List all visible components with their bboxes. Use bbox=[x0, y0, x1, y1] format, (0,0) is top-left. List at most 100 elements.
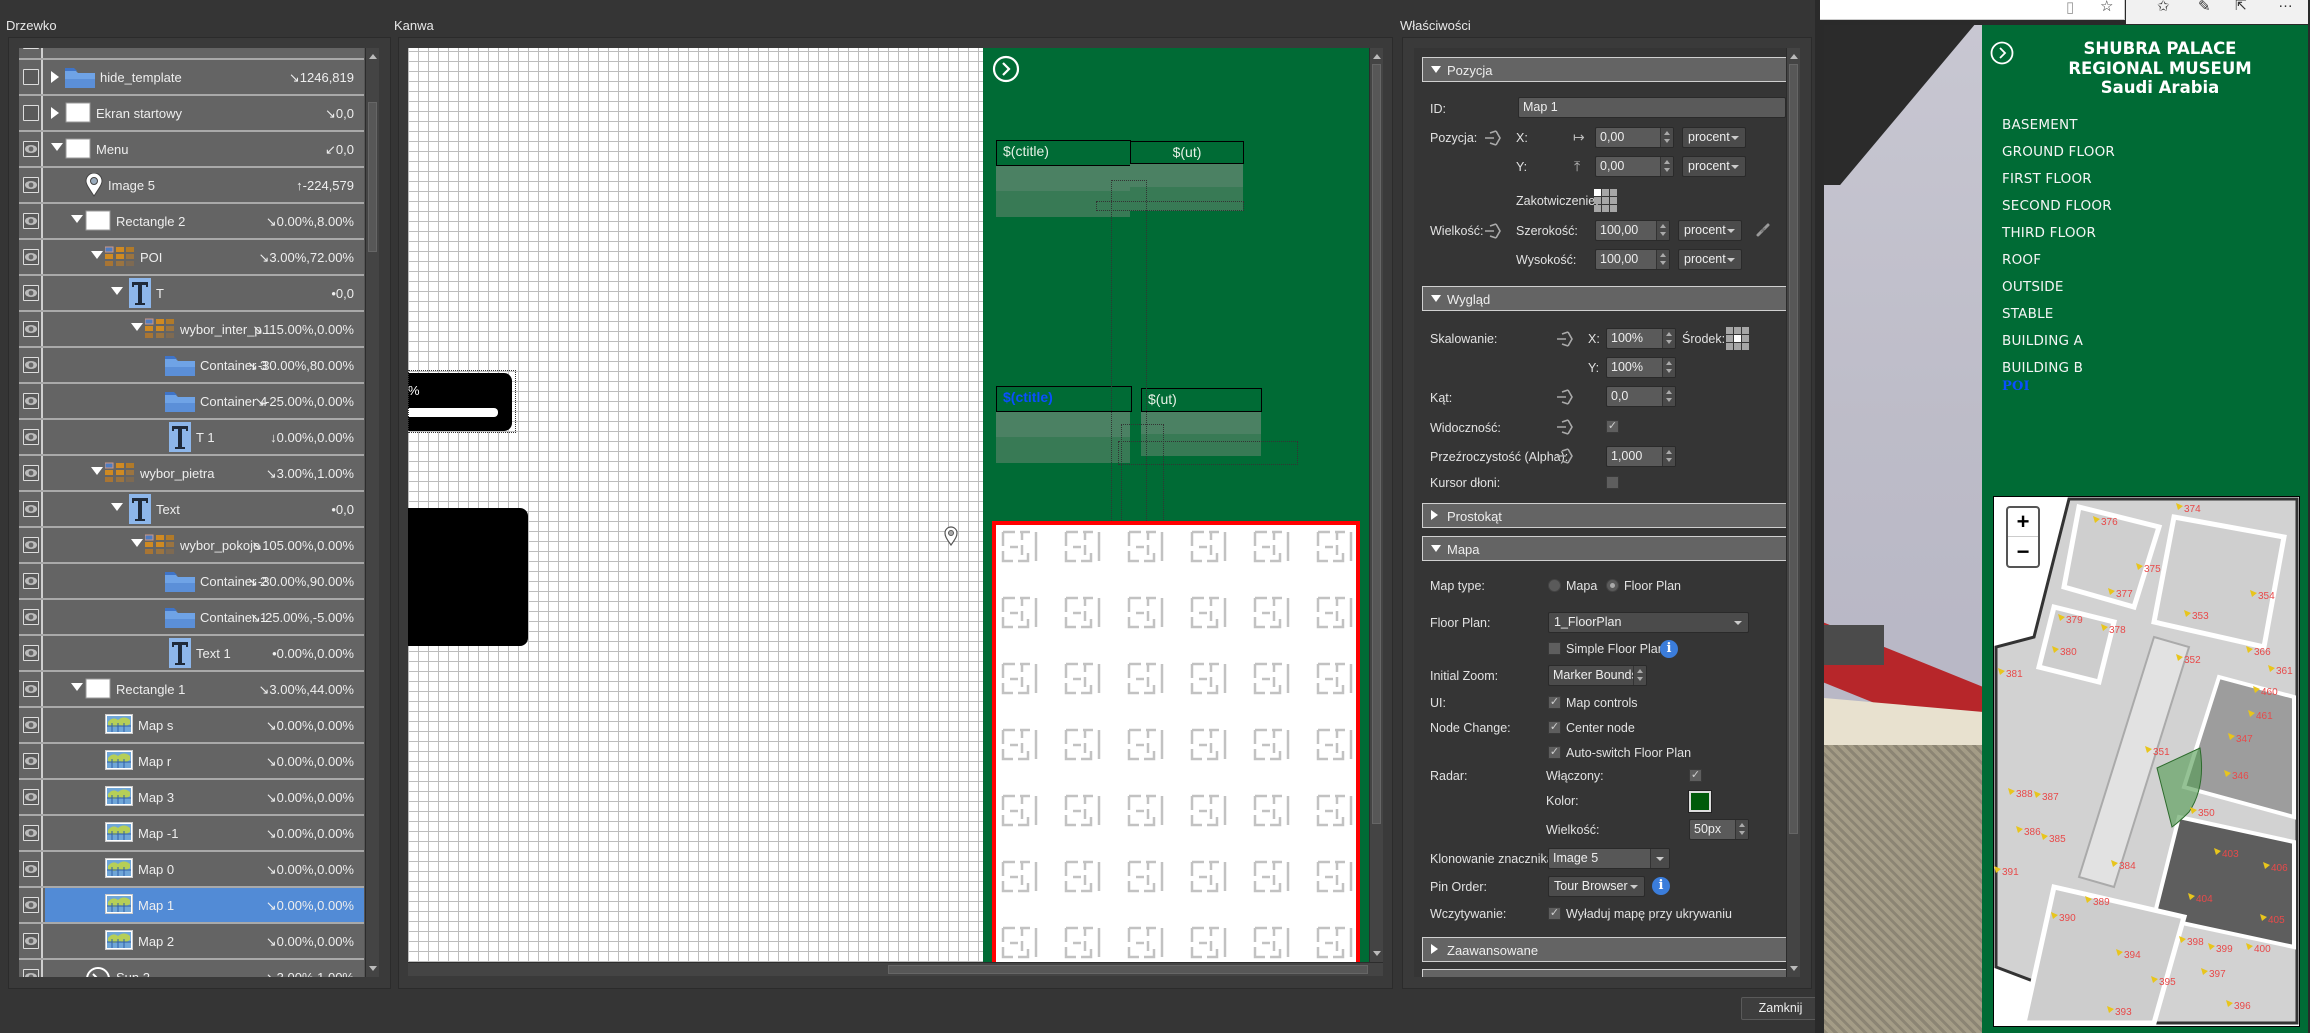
link-animation-icon[interactable] bbox=[1556, 389, 1574, 405]
properties-scrollbar[interactable] bbox=[1786, 48, 1800, 977]
collapse-arrow-icon[interactable] bbox=[131, 539, 143, 547]
radar-enabled-checkbox[interactable]: ✓ bbox=[1689, 769, 1702, 782]
x-unit-select[interactable]: procent bbox=[1682, 127, 1746, 148]
map-type-floorplan-label[interactable]: Floor Plan bbox=[1624, 579, 1681, 593]
marker-label[interactable]: 389 bbox=[2093, 897, 2110, 908]
tree-row-main[interactable]: Map s ↘0.00%,0.00% bbox=[45, 708, 364, 742]
tree-row[interactable]: Rectangle 2 ↘0.00%,8.00% bbox=[19, 204, 364, 240]
canvas-vscroll-thumb[interactable] bbox=[1372, 64, 1381, 824]
link-animation-icon[interactable] bbox=[1556, 448, 1574, 464]
marker-label[interactable]: 379 bbox=[2066, 615, 2083, 626]
marker-label[interactable]: 350 bbox=[2198, 808, 2215, 819]
eye-icon[interactable] bbox=[23, 249, 39, 265]
share-icon[interactable]: ⇱ bbox=[2235, 0, 2247, 14]
floor-menu-item[interactable]: ROOF bbox=[2002, 252, 2041, 268]
y-input[interactable]: 0,00 bbox=[1595, 156, 1674, 177]
tree-row[interactable]: hide_template ↘1246,819 bbox=[19, 60, 364, 96]
y-unit-select[interactable]: procent bbox=[1682, 156, 1746, 177]
floor-plan-map[interactable]: 374 376 375 377 354 353 379 378 380 352 366 361 381 4… bbox=[1993, 496, 2300, 1027]
marker-label[interactable]: 395 bbox=[2159, 977, 2176, 988]
tree-row-main[interactable]: Map 2 ↘0.00%,0.00% bbox=[45, 924, 364, 958]
panorama-background[interactable] bbox=[1824, 25, 1982, 1033]
map-element-selected[interactable] bbox=[992, 521, 1360, 962]
link-animation-icon[interactable] bbox=[1484, 223, 1502, 239]
chevron-circle-icon[interactable] bbox=[992, 55, 1020, 83]
eye-icon[interactable] bbox=[23, 897, 39, 913]
marker-label[interactable]: 352 bbox=[2184, 655, 2201, 666]
hand-cursor-checkbox[interactable] bbox=[1606, 476, 1619, 489]
marker-label[interactable]: 393 bbox=[2115, 1007, 2132, 1018]
marker-label[interactable]: 376 bbox=[2101, 517, 2118, 528]
section-partial[interactable] bbox=[1422, 969, 1786, 977]
tree-row-main[interactable]: Rectangle 1 ↘3.00%,44.00% bbox=[45, 672, 364, 706]
expand-arrow-icon[interactable] bbox=[51, 71, 59, 83]
section-pozycja[interactable]: Pozycja bbox=[1422, 57, 1786, 82]
tree-row[interactable]: Text •0,0 bbox=[19, 492, 364, 528]
eye-icon[interactable] bbox=[23, 393, 39, 409]
tree-row[interactable]: Container 2 ↘-30.00%,90.00% bbox=[19, 564, 364, 600]
marker-label[interactable]: 384 bbox=[2119, 861, 2136, 872]
tree-row[interactable]: Sun 2 ↘3.00%,1.00% bbox=[19, 960, 364, 977]
pivot-grid-icon[interactable] bbox=[1726, 327, 1749, 350]
tree-row-main[interactable]: wybor_inter_p... ↘115.00%,0.00% bbox=[45, 312, 364, 346]
chain-link-icon[interactable] bbox=[1755, 222, 1771, 238]
expand-arrow-icon[interactable] bbox=[51, 107, 59, 119]
eye-icon[interactable] bbox=[23, 285, 39, 301]
align-top-arrow-icon[interactable]: ⤒ bbox=[1574, 158, 1580, 175]
tree-row-main[interactable]: T •0,0 bbox=[45, 276, 364, 310]
tree-row-main[interactable]: Sun 2 ↘3.00%,1.00% bbox=[45, 960, 364, 977]
eye-icon[interactable] bbox=[23, 717, 39, 733]
favorites-list-icon[interactable]: ✩ bbox=[2157, 0, 2170, 15]
marker-label[interactable]: 377 bbox=[2116, 589, 2133, 600]
width-input[interactable]: 100,00 bbox=[1595, 220, 1670, 241]
tree-row[interactable]: Map -1 ↘0.00%,0.00% bbox=[19, 816, 364, 852]
tree-row[interactable]: T •0,0 bbox=[19, 276, 364, 312]
id-input[interactable]: Map 1 bbox=[1518, 97, 1786, 118]
collapse-arrow-icon[interactable] bbox=[91, 467, 103, 475]
marker-label[interactable]: 398 bbox=[2187, 937, 2204, 948]
tree-row[interactable]: Image 5 ↑-224,579 bbox=[19, 168, 364, 204]
section-zaawansowane[interactable]: Zaawansowane bbox=[1422, 937, 1786, 962]
pin-order-select[interactable]: Tour Browser bbox=[1548, 876, 1645, 897]
radar-color-swatch[interactable] bbox=[1688, 790, 1712, 813]
close-button[interactable]: Zamknij bbox=[1741, 997, 1820, 1020]
scale-y-input[interactable]: 100% bbox=[1606, 357, 1676, 378]
tree-row[interactable]: wybor_inter_p... ↘115.00%,0.00% bbox=[19, 312, 364, 348]
eye-icon[interactable] bbox=[23, 141, 39, 157]
eye-icon[interactable] bbox=[23, 825, 39, 841]
collapse-arrow-icon[interactable] bbox=[111, 287, 123, 295]
x-input[interactable]: 0,00 bbox=[1595, 127, 1674, 148]
tree-row-main[interactable]: Container 3 ↘-30.00%,80.00% bbox=[45, 348, 364, 382]
tree-row-main[interactable]: Container 4 ↘-25.00%,0.00% bbox=[45, 384, 364, 418]
tree-row-main[interactable]: Text 1 •0.00%,0.00% bbox=[45, 636, 364, 670]
marker-label[interactable]: 354 bbox=[2258, 591, 2275, 602]
marker-label[interactable]: 391 bbox=[2002, 867, 2019, 878]
tree-row[interactable]: wybor_pietra ↘3.00%,1.00% bbox=[19, 456, 364, 492]
favorite-star-icon[interactable]: ☆ bbox=[2100, 0, 2113, 15]
collapse-arrow-icon[interactable] bbox=[51, 143, 63, 151]
eye-icon[interactable] bbox=[23, 753, 39, 769]
tree-row-main[interactable]: Map r ↘0.00%,0.00% bbox=[45, 744, 364, 778]
link-animation-icon[interactable] bbox=[1556, 331, 1574, 347]
section-prostokat[interactable]: Prostokąt bbox=[1422, 503, 1786, 528]
simple-floor-plan-checkbox[interactable] bbox=[1548, 642, 1561, 655]
auto-switch-checkbox[interactable]: ✓ bbox=[1548, 746, 1561, 759]
tree-row-main[interactable]: Container 2 ↘-30.00%,90.00% bbox=[45, 564, 364, 598]
floor-menu-item[interactable]: OUTSIDE bbox=[2002, 279, 2064, 295]
tree-row-main[interactable]: wybor_pietra ↘3.00%,1.00% bbox=[45, 456, 364, 490]
pin-icon[interactable] bbox=[943, 526, 959, 546]
marker-label[interactable]: 387 bbox=[2042, 792, 2059, 803]
marker-label[interactable]: 351 bbox=[2153, 747, 2170, 758]
marker-label[interactable]: 385 bbox=[2049, 834, 2066, 845]
tree-row-main[interactable] bbox=[45, 48, 364, 58]
marker-label[interactable]: 405 bbox=[2268, 915, 2285, 926]
info-icon[interactable]: i bbox=[1660, 640, 1678, 658]
eye-icon[interactable] bbox=[23, 609, 39, 625]
properties-scrollbar-thumb[interactable] bbox=[1789, 64, 1798, 834]
collapse-arrow-icon[interactable] bbox=[91, 251, 103, 259]
table1-col2-header[interactable]: $(ut) bbox=[1130, 141, 1244, 164]
more-icon[interactable]: … bbox=[2278, 0, 2293, 11]
eye-icon[interactable] bbox=[23, 789, 39, 805]
marker-label[interactable]: 346 bbox=[2232, 771, 2249, 782]
tree-row[interactable]: Container 4 ↘-25.00%,0.00% bbox=[19, 384, 364, 420]
